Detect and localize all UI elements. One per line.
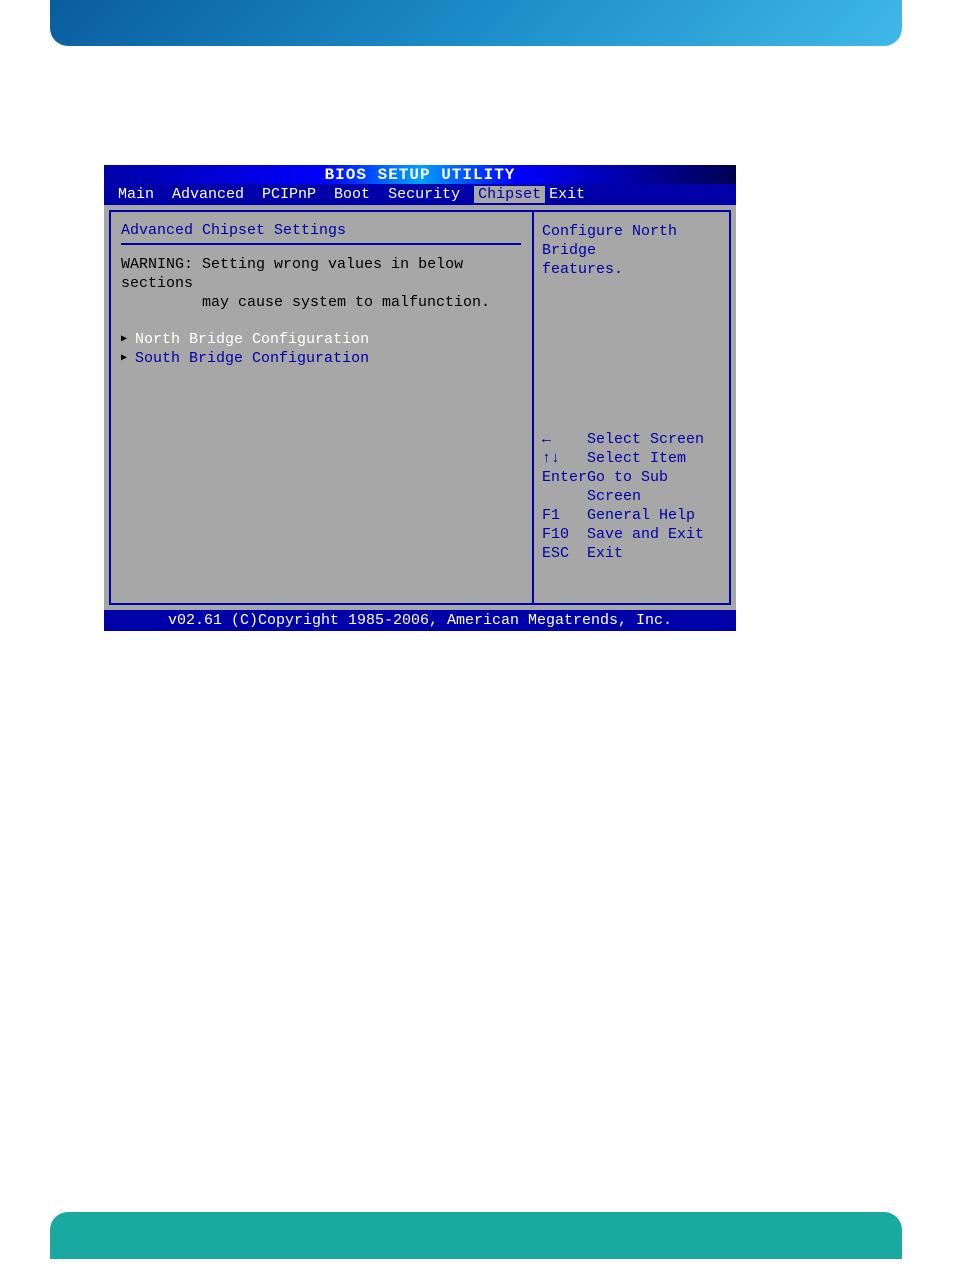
- chipset-heading: Advanced Chipset Settings: [121, 222, 522, 239]
- help-key-row: ← Select Screen: [542, 430, 721, 449]
- bios-title: BIOS SETUP UTILITY: [104, 165, 736, 184]
- bios-left-panel: Advanced Chipset Settings WARNING: Setti…: [109, 210, 533, 605]
- help-key-desc: Select Screen: [587, 430, 704, 449]
- divider: [121, 243, 521, 245]
- menu-tab-advanced[interactable]: Advanced: [168, 186, 258, 203]
- help-key: ↑↓: [542, 449, 587, 468]
- help-key: ESC: [542, 544, 587, 563]
- help-key-desc: Go to Sub Screen: [587, 468, 721, 506]
- help-desc-line1: Configure North Bridge: [542, 222, 721, 260]
- option-south-bridge[interactable]: ▶ South Bridge Configuration: [121, 349, 522, 368]
- help-key-desc: Select Item: [587, 449, 686, 468]
- bios-menu-bar: Main Advanced PCIPnP Boot Security Chips…: [104, 184, 736, 205]
- help-description: Configure North Bridge features.: [542, 222, 721, 279]
- help-key-desc: Save and Exit: [587, 525, 704, 544]
- warning-line2: may cause system to malfunction.: [202, 294, 490, 311]
- help-key-row: F10 Save and Exit: [542, 525, 721, 544]
- warning-text: WARNING: Setting wrong values in below s…: [121, 255, 522, 312]
- menu-tab-security[interactable]: Security: [384, 186, 474, 203]
- bottom-banner: [50, 1212, 902, 1259]
- menu-tab-pcipnp[interactable]: PCIPnP: [258, 186, 330, 203]
- bios-right-panel: Configure North Bridge features. ← Selec…: [533, 210, 731, 605]
- menu-tab-chipset[interactable]: Chipset: [474, 186, 545, 203]
- triangle-icon: ▶: [121, 330, 127, 349]
- help-key: Enter: [542, 468, 587, 506]
- spacer: [542, 279, 721, 430]
- help-key: ←: [542, 430, 587, 449]
- option-north-bridge[interactable]: ▶ North Bridge Configuration: [121, 330, 522, 349]
- warning-label: WARNING:: [121, 256, 193, 273]
- help-key-desc: Exit: [587, 544, 623, 563]
- top-banner: [50, 0, 902, 46]
- triangle-icon: ▶: [121, 349, 127, 368]
- bios-footer: v02.61 (C)Copyright 1985-2006, American …: [104, 610, 736, 631]
- help-key-row: F1 General Help: [542, 506, 721, 525]
- menu-tab-boot[interactable]: Boot: [330, 186, 384, 203]
- help-key-row: Enter Go to Sub Screen: [542, 468, 721, 506]
- option-label: South Bridge Configuration: [135, 349, 369, 368]
- help-key-row: ↑↓ Select Item: [542, 449, 721, 468]
- help-key: F1: [542, 506, 587, 525]
- help-desc-line2: features.: [542, 260, 721, 279]
- help-key-desc: General Help: [587, 506, 695, 525]
- help-keys: ← Select Screen ↑↓ Select Item Enter Go …: [542, 430, 721, 563]
- bios-window: BIOS SETUP UTILITY Main Advanced PCIPnP …: [104, 165, 736, 631]
- bios-body: Advanced Chipset Settings WARNING: Setti…: [104, 205, 736, 610]
- help-key: F10: [542, 525, 587, 544]
- option-label: North Bridge Configuration: [135, 330, 369, 349]
- menu-tab-exit[interactable]: Exit: [545, 186, 599, 203]
- menu-tab-main[interactable]: Main: [114, 186, 168, 203]
- help-key-row: ESC Exit: [542, 544, 721, 563]
